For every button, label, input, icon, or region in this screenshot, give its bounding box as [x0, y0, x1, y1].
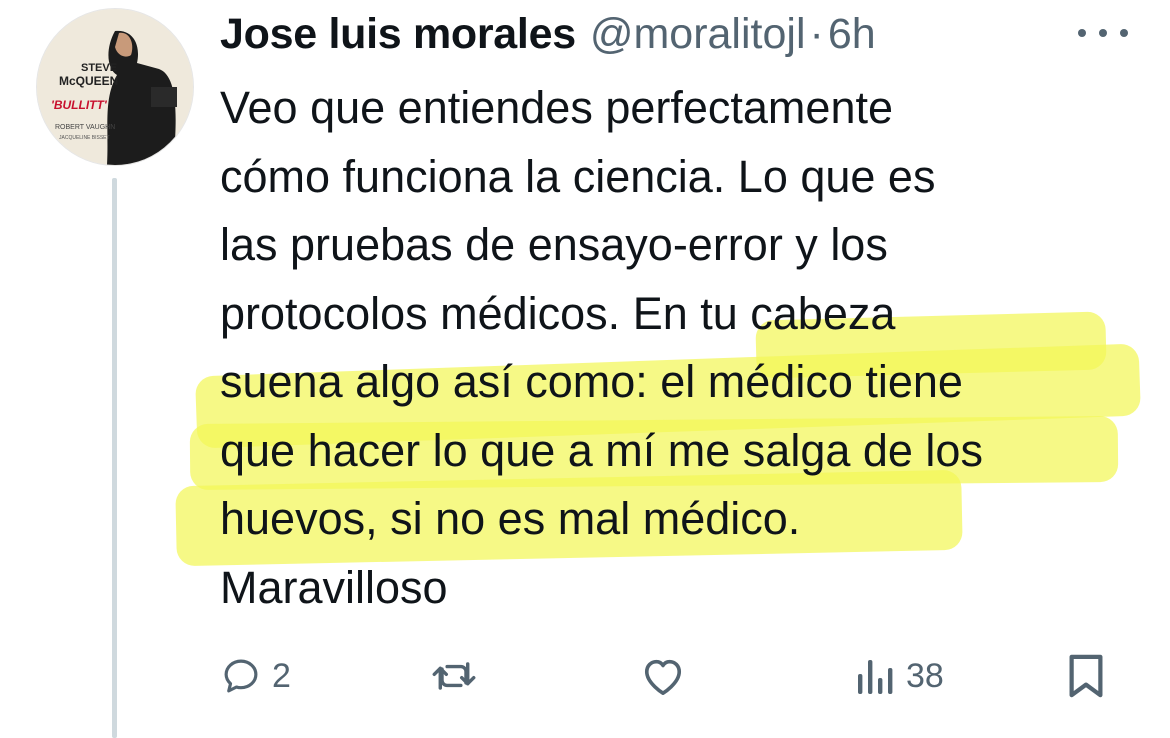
- tweet-header: Jose luis morales @moralitojl · 6h: [220, 6, 876, 62]
- timestamp[interactable]: 6h: [828, 10, 876, 59]
- tweet-line: que hacer lo que a mí me salga de los: [220, 424, 983, 476]
- reply-icon: [224, 659, 258, 693]
- bookmark-icon: [1069, 654, 1103, 698]
- tweet-line: Maravilloso: [220, 561, 448, 613]
- tweet-line: Veo que entiendes perfectamente: [220, 82, 894, 133]
- tweet-text: Veo que entiendes perfectamente cómo fun…: [220, 74, 1150, 622]
- views-icon: [858, 660, 893, 694]
- tweet-line: las pruebas de ensayo-error y los: [220, 219, 888, 270]
- thread-line: [112, 178, 117, 738]
- views-count: 38: [906, 656, 944, 695]
- tweet-line: suena algo así como: el médico tiene: [220, 356, 963, 407]
- author-name[interactable]: Jose luis morales: [220, 10, 576, 59]
- views-button[interactable]: 38: [856, 648, 944, 704]
- action-bar: 2 38: [220, 648, 1120, 704]
- poster-text: McQUEEN: [59, 74, 118, 88]
- bookmark-button[interactable]: [1066, 648, 1106, 704]
- reply-count: 2: [272, 656, 291, 695]
- like-icon: [644, 659, 682, 695]
- poster-text: 'BULLITT': [51, 98, 108, 112]
- avatar-image: STEVE McQUEEN 'BULLITT' ROBERT VAUGHN JA…: [37, 9, 193, 165]
- poster-text: ROBERT VAUGHN: [55, 124, 115, 131]
- reply-button[interactable]: 2: [220, 648, 291, 704]
- like-button[interactable]: [640, 648, 686, 704]
- retweet-button[interactable]: [430, 648, 478, 704]
- tweet-line: protocolos médicos. En tu cabeza: [220, 287, 896, 339]
- tweet-line: cómo funciona la ciencia. Lo que es: [220, 150, 936, 202]
- tweet-line: huevos, si no es mal médico.: [220, 493, 801, 544]
- more-icon[interactable]: [1078, 18, 1128, 48]
- separator: ·: [809, 9, 824, 58]
- poster-text: STEVE: [81, 62, 117, 74]
- poster-text: JACQUELINE BISSET: [59, 135, 110, 141]
- author-handle[interactable]: @moralitojl: [590, 10, 806, 59]
- retweet-icon: [432, 662, 476, 690]
- avatar[interactable]: STEVE McQUEEN 'BULLITT' ROBERT VAUGHN JA…: [36, 8, 194, 166]
